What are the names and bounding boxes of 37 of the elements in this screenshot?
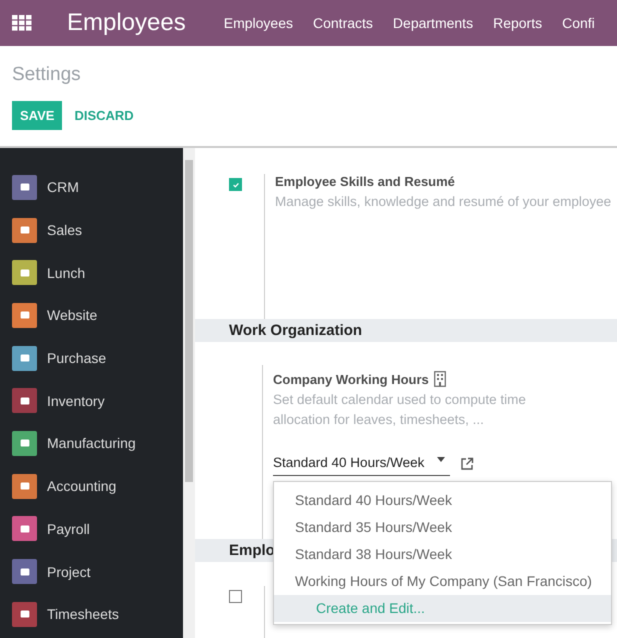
- menu-item[interactable]: Departments: [382, 15, 484, 31]
- menu-item[interactable]: Reports: [483, 15, 552, 31]
- sidebar-item[interactable]: Payroll: [0, 508, 183, 550]
- section-title: Work Organization: [229, 322, 362, 339]
- sidebar-item[interactable]: Purchase: [0, 336, 183, 380]
- dropdown-option[interactable]: Standard 38 Hours/Week: [274, 541, 611, 568]
- building-icon: [434, 371, 446, 387]
- sidebar-item[interactable]: Timesheets: [0, 592, 183, 636]
- sidebar-item[interactable]: Lunch: [0, 251, 183, 294]
- sidebar-item[interactable]: Project: [0, 550, 183, 593]
- sidebar-item[interactable]: CRM: [0, 166, 183, 209]
- setting-title: Company Working Hours: [273, 372, 429, 386]
- apps-menu-icon[interactable]: [12, 15, 32, 31]
- menu-item[interactable]: Contracts: [303, 15, 383, 31]
- dropdown-option[interactable]: Standard 35 Hours/Week: [274, 514, 611, 541]
- page-title: Settings: [12, 64, 82, 86]
- sidebar-item[interactable]: Sales: [0, 208, 183, 252]
- sidebar-item[interactable]: Website: [0, 294, 183, 337]
- setting-title: Employee Skills and Resumé: [275, 174, 456, 189]
- sidebar-item[interactable]: Manufacturing: [0, 422, 183, 465]
- menu-item[interactable]: Confi: [552, 15, 605, 31]
- app-title: Employees: [67, 9, 186, 37]
- section-title: Emplo: [229, 542, 275, 559]
- scrollbar[interactable]: [183, 148, 195, 638]
- menu-item[interactable]: Employees: [214, 15, 303, 31]
- sidebar-item[interactable]: Accounting: [0, 464, 183, 508]
- setting-description: Set default calendar used to compute time allocation for leaves, timesheets, ...: [273, 391, 527, 429]
- select-field[interactable]: Standard 40 Hours/Week: [273, 452, 450, 476]
- check-icon: [232, 180, 240, 188]
- checkbox[interactable]: [229, 178, 242, 191]
- setting-description: Manage skills, knowledge and resumé of your employee: [275, 194, 612, 209]
- dropdown-option[interactable]: Working Hours of My Company (San Francisco): [274, 568, 611, 595]
- sidebar-item[interactable]: Inventory: [0, 379, 183, 422]
- dropdown-option[interactable]: Standard 40 Hours/Week: [274, 487, 611, 514]
- checkbox[interactable]: [229, 590, 242, 603]
- external-link-icon[interactable]: [460, 457, 474, 471]
- caret-icon: [437, 457, 445, 462]
